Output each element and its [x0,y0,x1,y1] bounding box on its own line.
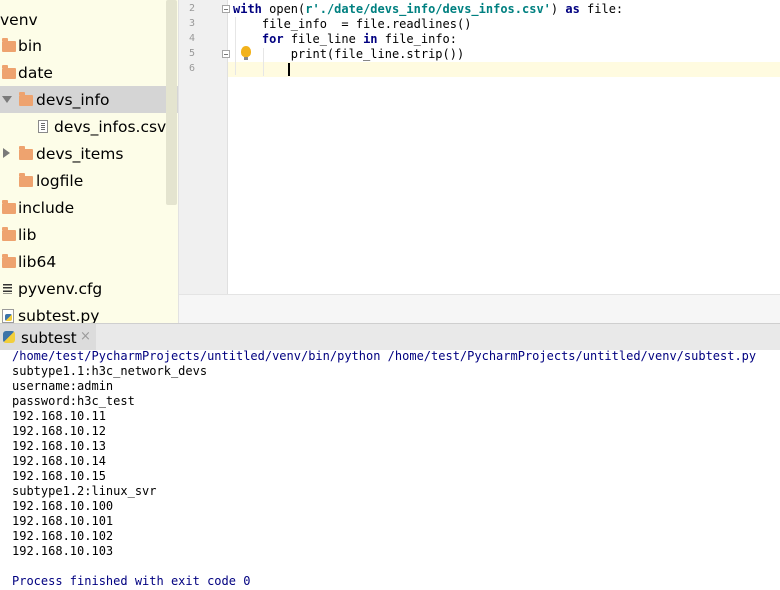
tree-item-bin[interactable]: bin [0,32,178,59]
tree-item-label: devs_infos.csv [54,117,167,136]
folder-icon [19,146,33,160]
python-file-icon [2,309,14,323]
console-output-line: username:admin [12,379,114,393]
expand-arrow-icon[interactable] [2,96,12,103]
tree-item-label: include [18,198,75,217]
console-output-line: 192.168.10.102 [12,529,114,543]
tree-item-label: bin [18,36,42,55]
folder-icon [2,65,16,79]
tree-scrollbar[interactable] [166,0,177,205]
console-output-line: 192.168.10.11 [12,409,106,423]
tree-item-subtest-py[interactable]: subtest.py [0,302,178,323]
editor-gutter: 2 3 4 5 6 [179,0,230,294]
tree-root-label: venv [0,10,38,29]
tree-item-label: pyvenv.cfg [18,279,103,298]
code-line-2: with open(r'./date/devs_info/devs_infos.… [233,2,623,17]
tree-item-label: lib64 [18,252,57,271]
tree-item-label: subtest.py [18,306,100,324]
tree-item-label: date [18,63,53,82]
console-output-line: 192.168.10.103 [12,544,114,558]
tree-item-pyvenv-cfg[interactable]: pyvenv.cfg [0,275,178,302]
code-editor[interactable]: 2 3 4 5 6 with open(r'./date/devs_info/d… [178,0,780,323]
folder-icon [19,92,33,106]
current-line-highlight [228,62,780,77]
code-text: ) [550,2,566,16]
collapse-arrow-icon[interactable] [3,148,10,158]
editor-empty-area [179,294,780,323]
console-output-line: subtype1.1:h3c_network_devs [12,364,208,378]
code-line-3: file_info = file.readlines() [233,17,472,32]
console-output-line: 192.168.10.15 [12,469,106,483]
tree-item-lib64[interactable]: lib64 [0,248,178,275]
code-text: open( [261,2,306,16]
tree-item-include[interactable]: include [0,194,178,221]
tree-item-label: devs_items [36,144,124,163]
line-number: 4 [188,33,195,44]
console-exit-message: Process finished with exit code 0 [12,574,251,588]
run-tab-label: subtest [21,329,77,347]
console-output-line: 192.168.10.14 [12,454,106,468]
line-number: 3 [188,18,195,29]
console-command-line: /home/test/PycharmProjects/untitled/venv… [12,349,757,363]
tree-item-date[interactable]: date [0,59,178,86]
fold-marker-icon[interactable] [222,50,230,58]
line-number: 2 [188,3,195,14]
line-number: 6 [188,63,195,74]
close-icon[interactable]: × [80,329,91,344]
code-keyword: with [233,2,262,16]
folder-icon [2,200,16,214]
code-keyword: as [565,2,580,16]
folder-icon [2,38,16,52]
code-string: r'./date/devs_info/devs_infos.csv' [305,2,551,16]
code-text: file_info = file.readlines() [233,17,472,31]
folder-link-icon [2,254,16,268]
text-caret [288,63,290,76]
line-number: 5 [188,48,195,59]
run-console[interactable]: /home/test/PycharmProjects/untitled/venv… [0,349,780,590]
tree-item-devs-items[interactable]: devs_items [0,140,178,167]
csv-file-icon [38,120,48,133]
console-output-line: 192.168.10.13 [12,439,106,453]
tree-root-venv[interactable]: venv [0,6,178,33]
code-keyword: for [261,32,284,46]
code-text: file_line [283,32,364,46]
tree-item-logfile[interactable]: logfile [0,167,178,194]
run-tab-subtest[interactable]: subtest × [0,324,96,351]
console-output-line: password:h3c_test [12,394,135,408]
code-line-5: print(file_line.strip()) [233,47,464,62]
config-file-icon [3,284,12,294]
tree-item-lib[interactable]: lib [0,221,178,248]
project-tree: venv bin date devs_info devs_infos.csv d… [0,0,178,323]
console-output-line: 192.168.10.101 [12,514,114,528]
tree-item-label: devs_info [36,90,110,109]
fold-marker-icon[interactable] [222,5,230,13]
code-text: file: [579,2,624,16]
tree-item-devs-info[interactable]: devs_info [0,86,178,113]
folder-icon [2,227,16,241]
console-output-line: 192.168.10.100 [12,499,114,513]
tree-item-label: logfile [36,171,84,190]
console-output-line: 192.168.10.12 [12,424,106,438]
tree-item-label: lib [18,225,37,244]
tree-item-devs-infos-csv[interactable]: devs_infos.csv [0,113,178,140]
code-text: print(file_line.strip()) [233,47,465,61]
code-text: file_info: [377,32,458,46]
python-run-icon [3,331,15,343]
console-output-line: subtype1.2:linux_svr [12,484,157,498]
code-keyword: in [363,32,378,46]
run-tool-window-header: subtest × [0,323,780,351]
folder-icon [19,173,33,187]
code-line-4: for file_line in file_info: [233,32,457,47]
